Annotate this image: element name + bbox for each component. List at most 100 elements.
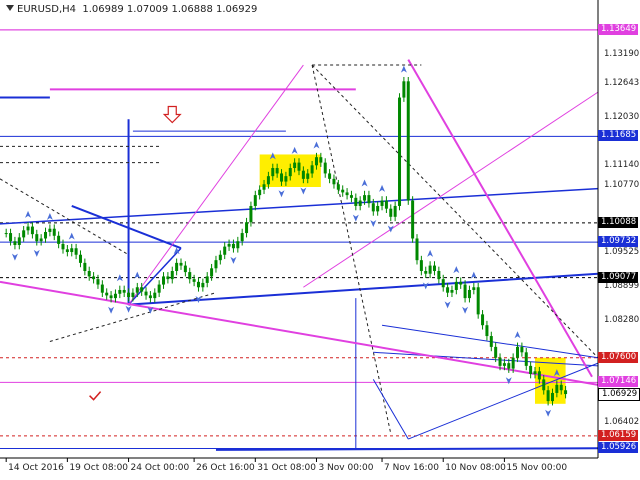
- candle-body: [22, 230, 26, 238]
- fractal-down-icon: [125, 305, 132, 313]
- fractal-down-icon: [352, 214, 359, 222]
- candle-body: [223, 246, 227, 255]
- trend-lines: [0, 29, 599, 451]
- fractal-up-icon: [68, 232, 75, 240]
- candle-body: [559, 384, 563, 391]
- candle-body: [336, 184, 340, 190]
- candle-body: [262, 184, 266, 190]
- candle-body: [328, 173, 332, 179]
- candle-body: [96, 279, 100, 285]
- fractal-up-icon: [400, 65, 407, 73]
- fractal-down-icon: [33, 249, 40, 257]
- open-value: 1.06989: [82, 4, 124, 15]
- trend-line: [407, 59, 593, 378]
- candle-body: [498, 357, 502, 366]
- price-level-badge: 1.10088: [598, 216, 638, 228]
- candle-body: [188, 272, 192, 280]
- candle-body: [100, 284, 104, 293]
- candle-body: [341, 189, 345, 193]
- price-chart[interactable]: [0, 0, 640, 480]
- candle-body: [529, 365, 533, 374]
- trend-line: [408, 362, 599, 440]
- candle-body: [393, 205, 397, 217]
- candle-body: [380, 200, 384, 206]
- candle-body: [358, 200, 362, 206]
- dropdown-triangle-icon[interactable]: [6, 5, 14, 11]
- price-level-badge: 1.11685: [598, 130, 638, 142]
- candle-body: [231, 243, 235, 249]
- x-tick-label: 14 Oct 2016: [8, 463, 64, 473]
- fractal-up-icon: [134, 271, 141, 279]
- candle-body: [70, 248, 74, 253]
- fractal-down-icon: [387, 225, 394, 233]
- y-tick-label: 1.08899: [604, 281, 640, 292]
- chart-title: EURUSD,H4 1.06989 1.07009 1.06888 1.0692…: [6, 4, 257, 15]
- candle-body: [406, 81, 410, 201]
- fractal-down-icon: [108, 306, 115, 314]
- candle-body: [389, 208, 393, 217]
- candle-body: [131, 292, 135, 298]
- candle-body: [266, 176, 270, 185]
- candle-body: [542, 379, 546, 391]
- fractal-up-icon: [514, 331, 521, 339]
- candle-body: [555, 384, 559, 393]
- candle-body: [411, 200, 415, 239]
- down-arrow-icon: [162, 105, 182, 124]
- candle-body: [26, 226, 30, 231]
- candle-body: [476, 287, 480, 315]
- candle-body: [118, 289, 122, 294]
- candle-body: [367, 195, 371, 204]
- fractal-up-icon: [453, 266, 460, 274]
- low-value: 1.06888: [171, 4, 213, 15]
- check-mark-icon: [89, 391, 102, 401]
- candle-body: [249, 205, 253, 223]
- candle-body: [153, 292, 157, 299]
- candle-body: [227, 243, 231, 247]
- candle-body: [109, 295, 113, 299]
- price-level-badge: 1.09077: [598, 271, 638, 283]
- candle-body: [371, 203, 375, 212]
- candle-body: [135, 287, 139, 293]
- candle-body: [472, 287, 476, 290]
- trend-line: [311, 64, 392, 434]
- candle-body: [113, 293, 117, 299]
- candle-body: [170, 271, 174, 280]
- candle-body: [105, 292, 109, 296]
- candle-body: [323, 162, 327, 174]
- fractal-down-icon: [370, 220, 377, 228]
- candle-body: [459, 281, 463, 285]
- candle-body: [192, 279, 196, 282]
- candle-body: [463, 284, 467, 299]
- candle-body: [550, 392, 554, 402]
- candle-body: [83, 262, 87, 272]
- x-ticks: [5, 458, 505, 462]
- candle-body: [35, 234, 39, 242]
- candle-body: [122, 289, 126, 293]
- candle-body: [127, 292, 131, 298]
- candle-body: [319, 157, 323, 163]
- high-value: 1.07009: [126, 4, 169, 15]
- y-tick-label: 1.10770: [604, 179, 640, 190]
- candle-body: [481, 314, 485, 326]
- candle-body: [205, 276, 209, 283]
- fractal-up-icon: [361, 179, 368, 187]
- candle-body: [214, 260, 218, 269]
- candle-body: [297, 162, 301, 171]
- candle-body: [446, 287, 450, 293]
- candle-body: [210, 268, 214, 277]
- candle-body: [402, 81, 406, 98]
- candle-body: [450, 289, 454, 293]
- candle-body: [218, 254, 222, 261]
- price-level-badge: 1.13649: [598, 23, 638, 35]
- fractal-down-icon: [444, 301, 451, 309]
- candles: [4, 76, 568, 406]
- candle-body: [345, 192, 349, 196]
- candle-body: [432, 265, 436, 272]
- candle-body: [564, 390, 568, 395]
- candle-body: [258, 189, 262, 196]
- x-tick-label: 24 Oct 00:00: [130, 463, 190, 473]
- candle-body: [546, 390, 550, 402]
- x-tick-label: 10 Nov 08:00: [445, 463, 506, 473]
- fractal-down-icon: [300, 187, 307, 195]
- candle-body: [516, 346, 520, 358]
